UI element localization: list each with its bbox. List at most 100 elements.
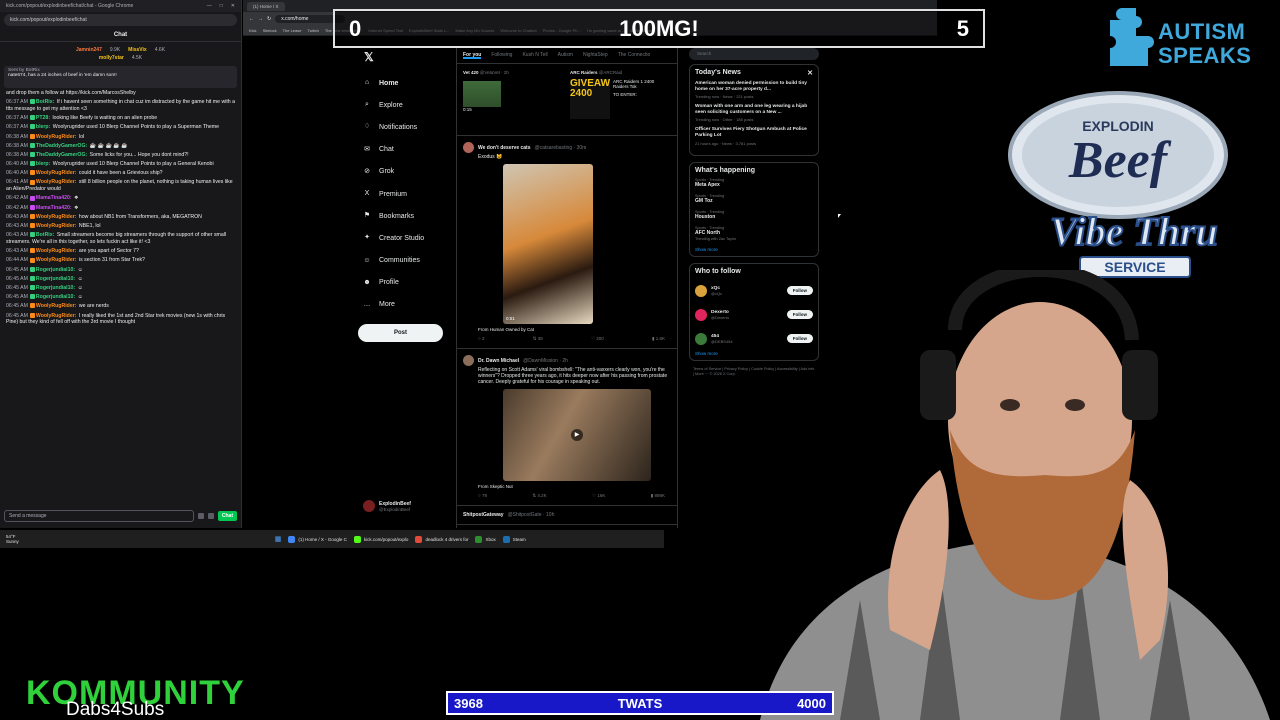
show-more-link[interactable]: Show more <box>695 247 813 252</box>
message-username[interactable]: BotRix: <box>36 99 54 105</box>
message-username[interactable]: WoolyRugRider: <box>36 303 77 309</box>
nav-item-explore[interactable]: ⌕ Explore <box>356 94 454 116</box>
reply-button[interactable]: ○ 2 <box>478 336 484 342</box>
gifter-name[interactable]: Jamnin247 <box>76 47 102 53</box>
emote-icon[interactable] <box>197 513 204 519</box>
message-username[interactable]: Rogerjundial10: <box>36 294 75 300</box>
nav-item-grok[interactable]: ⊘ Grok <box>356 161 454 183</box>
x-logo-icon[interactable]: 𝕏 <box>364 50 454 64</box>
trend-item[interactable]: Sports · Trending Houston <box>695 210 813 220</box>
minimize-icon[interactable]: — <box>207 3 212 9</box>
close-icon[interactable]: ✕ <box>807 69 813 77</box>
message-username[interactable]: WoolyRugRider: <box>36 257 77 263</box>
message-username[interactable]: MamaTina420: <box>36 195 72 201</box>
tweet-source[interactable]: From Human Owned by Cat <box>478 327 671 332</box>
bookmark-item[interactable]: Sitelock <box>263 28 277 33</box>
nav-item-more[interactable]: … More <box>356 294 454 316</box>
trend-item[interactable]: Sports · Trending GM Toz <box>695 194 813 204</box>
message-username[interactable]: TheDaddyGamerOG: <box>36 152 87 158</box>
forward-icon[interactable]: → <box>258 16 263 22</box>
news-item[interactable]: Woman with one arm and one leg wearing a… <box>695 104 813 122</box>
message-username[interactable]: WoolyRugRider: <box>36 214 77 220</box>
tweet-author[interactable]: Dr. Dawn Michael <box>478 358 519 364</box>
news-item[interactable]: American woman denied permission to buil… <box>695 81 813 99</box>
nav-item-profile[interactable]: ☻ Profile <box>356 272 454 294</box>
taskbar-app[interactable]: Steam <box>502 535 526 543</box>
like-button[interactable]: ♡ 200 <box>591 336 604 342</box>
message-username[interactable]: WoolyRugRider: <box>36 170 77 176</box>
message-username[interactable]: MamaTina420: <box>36 205 72 211</box>
search-input[interactable]: Search <box>689 48 819 60</box>
tweet-video[interactable]: ▶ <box>503 389 651 481</box>
pinned-message[interactable]: Sent by BotRix nate674, has a 24 inches … <box>4 66 237 88</box>
close-icon[interactable]: ✕ <box>231 3 235 9</box>
nav-item-chat[interactable]: ✉ Chat <box>356 139 454 161</box>
bookmark-item[interactable]: Kick <box>249 28 257 33</box>
trend-item[interactable]: Sports · Trending AFC North Trending with … <box>695 226 813 241</box>
nav-item-bookmarks[interactable]: ⚑ Bookmarks <box>356 205 454 227</box>
message-username[interactable]: WoolyRugRider: <box>36 313 77 319</box>
bookmark-item[interactable]: Twitch <box>307 28 318 33</box>
message-username[interactable]: WoolyRugRider: <box>36 134 77 140</box>
settings-icon[interactable] <box>207 513 214 519</box>
card-post[interactable]: ARC Raiders @ARCRaid GIVEAW 2400 ARC Rai… <box>570 70 671 129</box>
repost-button[interactable]: ⇅ 4.2K <box>532 493 546 499</box>
message-username[interactable]: Rogerjundial10: <box>36 285 75 291</box>
timeline-tab[interactable]: Autism <box>558 52 573 59</box>
avatar[interactable] <box>695 332 707 345</box>
gifter-name[interactable]: molly7star <box>99 55 124 61</box>
tweet[interactable]: We don't deserve cats @catsarebasting · … <box>457 136 677 349</box>
message-username[interactable]: TheDaddyGamerOG: <box>36 143 87 149</box>
message-username[interactable]: blerp: <box>36 124 50 130</box>
reload-icon[interactable]: ↻ <box>267 16 271 22</box>
nav-item-creator-studio[interactable]: ✦ Creator Studio <box>356 227 454 249</box>
avatar[interactable] <box>695 308 707 321</box>
avatar[interactable] <box>463 142 474 153</box>
trend-item[interactable]: Sports · Trending Meta Apex <box>695 178 813 188</box>
timeline-tab[interactable]: Following <box>491 52 512 59</box>
message-username[interactable]: blerp: <box>36 161 50 167</box>
tweet-author[interactable]: We don't deserve cats <box>478 145 531 151</box>
message-username[interactable]: BotRix: <box>36 232 54 238</box>
nav-item-home[interactable]: ⌂ Home <box>356 72 454 94</box>
nav-item-premium[interactable]: X Premium <box>356 183 454 205</box>
chat-message-input[interactable]: Send a message <box>4 510 194 522</box>
chat-url-bar[interactable]: kick.com/popout/explodinbeef/chat <box>4 14 237 26</box>
message-username[interactable]: Rogerjundial10: <box>36 276 75 282</box>
views-button[interactable]: ▮ 898K <box>651 493 665 499</box>
maximize-icon[interactable]: □ <box>220 3 223 9</box>
timeline-tab[interactable]: NightaStep <box>583 52 608 59</box>
gifter-name[interactable]: MissVix <box>128 47 147 53</box>
browser-tab[interactable]: (1) Home / X <box>247 1 285 11</box>
post-button[interactable]: Post <box>358 324 443 343</box>
tweet[interactable]: Dr. Dawn Michael @DawnMission · 2h Refle… <box>457 349 677 506</box>
timeline-tab[interactable]: The Connectio <box>618 52 651 59</box>
reply-button[interactable]: ○ 79 <box>478 493 487 499</box>
start-icon[interactable]: ▦ <box>275 535 282 543</box>
tweet[interactable]: ShitpostGateway @ShitpostGate · 10h <box>457 506 677 525</box>
timeline-tab[interactable]: Kush N Tell <box>522 52 547 59</box>
send-chat-button[interactable]: Chat <box>217 511 237 521</box>
avatar[interactable] <box>695 284 707 297</box>
card-post[interactable]: Vet 420 @VetaVet · 2h 0:15 <box>463 70 564 129</box>
message-username[interactable]: PT28: <box>36 115 50 121</box>
back-icon[interactable]: ← <box>249 16 254 22</box>
tweet-source[interactable]: From Skeptic Nut <box>478 484 671 489</box>
weather-widget[interactable]: 54°F Sunny <box>6 534 19 544</box>
tweet-author[interactable]: ShitpostGateway <box>463 512 504 518</box>
play-icon[interactable]: ▶ <box>571 429 583 441</box>
message-username[interactable]: Rogerjundial10: <box>36 267 75 273</box>
taskbar-app[interactable]: deadlock 4 drivers for <box>415 535 468 543</box>
repost-button[interactable]: ⇅ 38 <box>533 336 543 342</box>
message-username[interactable]: WoolyRugRider: <box>36 223 77 229</box>
taskbar-app[interactable]: (1) Home / X - Google C <box>288 535 347 543</box>
nav-item-notifications[interactable]: ♢ Notifications <box>356 116 454 138</box>
timeline-tab[interactable]: For you <box>463 52 482 59</box>
bookmark-item[interactable]: The Lease <box>283 28 302 33</box>
message-username[interactable]: WoolyRugRider: <box>36 248 77 254</box>
message-username[interactable]: WoolyRugRider: <box>36 179 77 185</box>
like-button[interactable]: ♡ 16K <box>592 493 605 499</box>
nav-item-communities[interactable]: ☺ Communities <box>356 250 454 272</box>
taskbar-app[interactable]: kick.com/popout/explo <box>353 535 408 543</box>
tweet-video[interactable]: 0:51 <box>503 164 593 324</box>
